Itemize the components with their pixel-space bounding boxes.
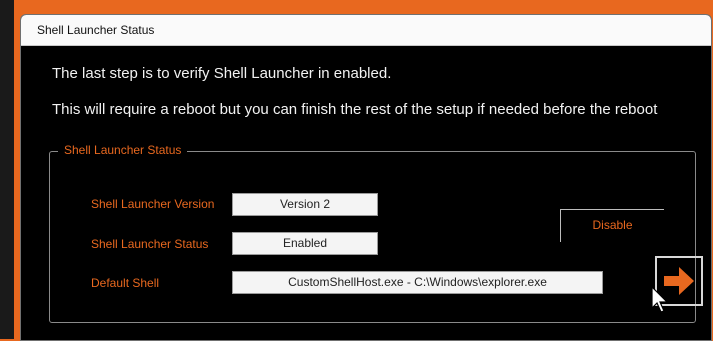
intro-line-1: The last step is to verify Shell Launche… [52, 65, 392, 82]
intro-line-2: This will require a reboot but you can f… [52, 101, 658, 118]
status-label: Shell Launcher Status [91, 237, 209, 251]
version-label: Shell Launcher Version [91, 197, 215, 211]
status-field[interactable]: Enabled [232, 232, 378, 255]
left-edge [0, 0, 14, 339]
version-field[interactable]: Version 2 [232, 193, 378, 216]
disable-button[interactable]: Disable [560, 209, 664, 242]
shell-launcher-status-group: Shell Launcher Status Shell Launcher Ver… [49, 143, 703, 323]
shell-launcher-window: Shell Launcher Status The last step is t… [20, 14, 712, 341]
group-legend: Shell Launcher Status [58, 143, 188, 157]
default-shell-label: Default Shell [91, 276, 160, 290]
title-bar: Shell Launcher Status [21, 15, 711, 46]
window-title: Shell Launcher Status [37, 23, 155, 37]
default-shell-field[interactable]: CustomShellHost.exe - C:\Windows\explore… [232, 271, 603, 294]
mouse-cursor-icon [651, 286, 669, 313]
